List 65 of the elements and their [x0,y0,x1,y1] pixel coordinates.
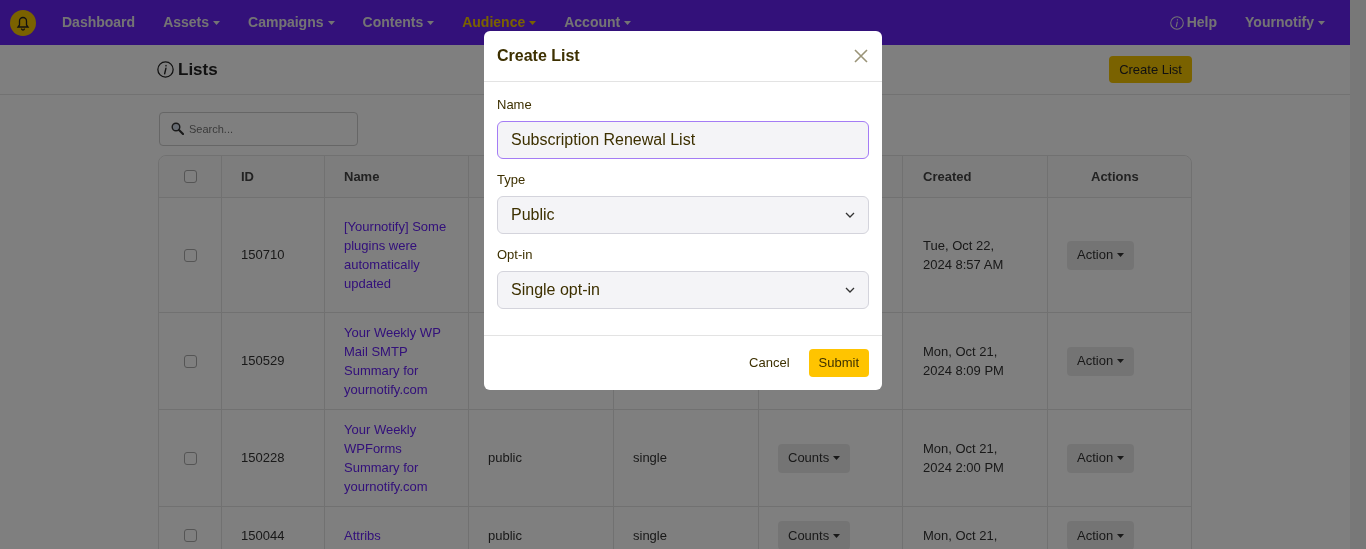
field-label: Type [497,172,527,188]
list-name-link[interactable]: Your Weekly WP Mail SMTP Summary for yournotify.com [344,323,454,399]
chevron-down-icon [845,212,855,218]
caret-icon [1117,533,1125,538]
counts-dropdown-button[interactable]: Counts [778,521,851,549]
table-cell-text: Mon, Oct 21, 2024 8:09 PM [923,343,1005,380]
table-cell-text: single [633,526,667,545]
checkbox[interactable] [183,170,197,183]
create-list-button[interactable]: Create List [1109,56,1192,83]
column-header: Actions [1091,167,1139,186]
cancel-button[interactable]: Cancel [740,349,799,377]
column-header: Created [923,167,972,186]
nav-link[interactable]: Assets [163,12,221,33]
table-cell-text: 150529 [241,352,285,371]
table-cell-text: Mon, Oct 21, [923,527,998,545]
caret-icon [1117,253,1125,257]
caret-icon [833,533,841,538]
checkbox[interactable] [183,529,197,542]
help-link[interactable]: Help [1169,12,1218,33]
field-label: Name [497,97,533,113]
field-label: Opt-in [497,247,534,263]
caret-icon [1318,20,1325,25]
checkbox[interactable] [183,248,197,262]
submit-button[interactable]: Submit [808,349,869,377]
list-name-link[interactable]: Your Weekly WPForms Summary for yournotify.com [344,420,454,496]
action-dropdown-button[interactable]: Action [1067,346,1135,376]
table-cell-text: public [488,526,522,545]
action-dropdown-button[interactable]: Action [1067,521,1135,549]
list-name-link[interactable]: Attribs [344,526,381,545]
checkbox[interactable] [183,354,197,368]
name-input-field[interactable]: Subscription Renewal List [497,121,869,159]
list-name-link[interactable]: [Yournotify] Some plugins were automatically updated [344,217,454,293]
bell-icon[interactable] [10,9,36,36]
table-cell-text: 150228 [241,449,285,468]
page-title: Lists [178,58,218,81]
table-cell-text: 150044 [241,526,285,545]
caret-icon [833,456,841,460]
table-cell-text: 150710 [241,246,285,265]
caret-icon [1117,359,1125,363]
search-field[interactable]: Search... [159,112,358,146]
dialog-title: Create List [497,46,580,66]
table-cell-text: Tue, Oct 22, 2024 8:57 AM [923,237,1005,274]
info-icon [1169,15,1184,30]
column-header: ID [241,167,254,186]
nav-link[interactable]: Dashboard [62,12,136,33]
table-cell-text: single [633,449,667,468]
action-dropdown-button[interactable]: Action [1067,443,1135,473]
table-cell-text: Mon, Oct 21, 2024 2:00 PM [923,440,1005,477]
select-field[interactable]: Public [497,196,869,234]
counts-dropdown-button[interactable]: Counts [778,443,851,473]
select-field[interactable]: Single opt-in [497,271,869,309]
chevron-down-icon [845,287,855,293]
close-icon[interactable] [854,49,868,63]
search-icon [171,122,184,135]
nav-link[interactable]: Campaigns [248,12,335,33]
checkbox[interactable] [183,451,197,465]
info-icon [157,61,174,78]
nav-link[interactable]: Audience [462,12,537,33]
table-cell-text: public [488,449,522,468]
nav-link[interactable]: Account [564,12,632,33]
caret-icon [1117,456,1125,460]
user-menu[interactable]: Yournotify [1245,12,1325,33]
column-header: Name [344,167,380,186]
action-dropdown-button[interactable]: Action [1067,240,1135,270]
nav-link[interactable]: Contents [362,12,435,33]
